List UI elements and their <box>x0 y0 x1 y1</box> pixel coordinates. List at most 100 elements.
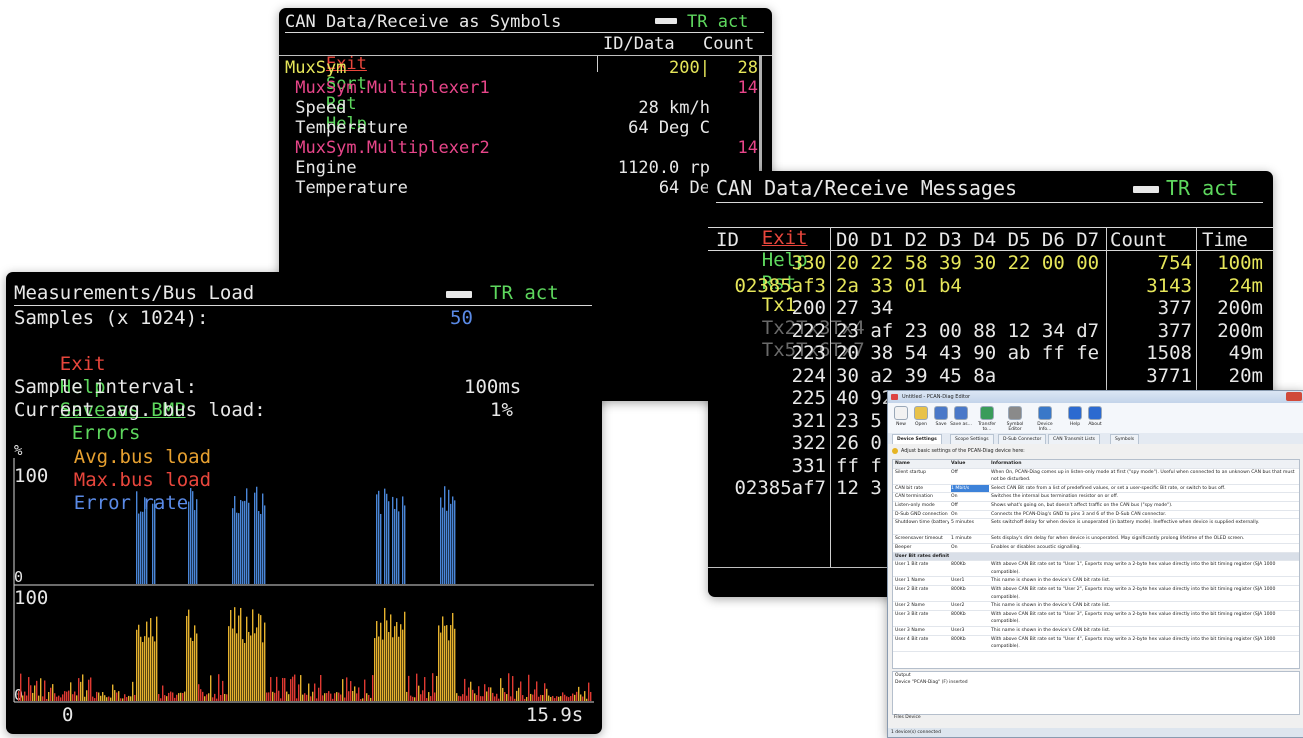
message-data: 12 3 <box>836 477 882 499</box>
messages-title: CAN Data/Receive Messages <box>716 176 1018 200</box>
grid-cell: Enables or disables acoustic signalling. <box>991 545 1081 550</box>
bus-load-bar <box>508 673 510 701</box>
menu-exit[interactable]: Exit <box>762 227 808 249</box>
error-rate-bar <box>396 498 398 584</box>
grid-cell[interactable]: 800Kb <box>951 611 989 619</box>
bus-load-bar <box>440 632 442 701</box>
toolbar-button[interactable]: Help <box>1064 406 1086 427</box>
bus-load-bar <box>72 694 74 701</box>
grid-row[interactable]: Silent startup Off When On, PCAN-Diag come… <box>893 469 1299 485</box>
toolbar-button[interactable]: Transfer to... <box>976 406 998 432</box>
grid-row[interactable]: Screensaver timeout 1 minute Sets display'… <box>893 535 1299 544</box>
grid-row[interactable]: CAN bit rate 1 Mbit/s Select CAN Bit rate … <box>893 484 1299 494</box>
toolbar-button[interactable]: Save as... <box>950 406 972 427</box>
grid-row[interactable]: User 1 Bit rate 800Kb With above CAN Bit r… <box>893 561 1299 578</box>
grid-row[interactable]: User Bit rates definition <box>893 552 1299 562</box>
grid-cell[interactable]: On <box>951 493 989 501</box>
messages-header-rule <box>708 250 1273 251</box>
editor-tab[interactable]: D-Sub Connector <box>998 434 1047 444</box>
editor-tab[interactable]: Device Settings <box>892 434 942 444</box>
bus-load-bar <box>348 691 350 701</box>
toolbar-button[interactable]: New <box>890 406 912 427</box>
bus-load-bar <box>496 693 498 701</box>
grid-row[interactable]: User 1 Name User1 This name is shown in th… <box>893 577 1299 586</box>
grid-cell[interactable]: User3 <box>951 627 989 635</box>
toolbar-button[interactable]: Save <box>930 406 952 427</box>
grid-row[interactable]: User 2 Name User2 This name is shown in th… <box>893 602 1299 611</box>
editor-title: Untitled - PCAN-Diag Editor <box>902 394 971 400</box>
grid-cell[interactable]: 1 minute <box>951 535 989 543</box>
bus-load-bar <box>456 693 458 701</box>
grid-row[interactable]: User 3 Bit rate 800Kb With above CAN Bit r… <box>893 611 1299 627</box>
symbols-title: CAN Data/Receive as Symbols <box>285 12 562 32</box>
bus-load-bar <box>510 696 512 701</box>
editor-titlebar[interactable]: Untitled - PCAN-Diag Editor <box>888 391 1303 403</box>
grid-cell: When On, PCAN-Diag comes up in listen-on… <box>991 469 1295 483</box>
grid-cell: User 2 Name <box>895 603 925 609</box>
grid-row[interactable]: Listen-only mode Off Shows what's going on… <box>893 502 1299 511</box>
grid-row[interactable]: User 4 Bit rate 800Kb With above CAN Bit r… <box>893 636 1299 652</box>
bus-load-bar <box>386 620 388 701</box>
grid-row[interactable]: Shutdown time (battery) 5 minutes Sets swi… <box>893 519 1299 536</box>
grid-cell[interactable]: On <box>951 511 989 519</box>
bus-load-bar <box>504 692 506 701</box>
message-data: 23 5 <box>836 409 882 432</box>
error-rate-bar <box>192 491 194 584</box>
toolbar-button[interactable]: Device Info... <box>1034 406 1056 432</box>
bus-load-bar <box>30 685 32 701</box>
bus-load-bar <box>306 694 308 701</box>
bus-load-bar <box>520 681 522 701</box>
bus-load-bar <box>390 614 392 701</box>
grid-cell[interactable]: User1 <box>951 577 989 585</box>
bus-load-bar <box>64 691 66 701</box>
grid-cell: User 4 Bit rate <box>895 636 929 642</box>
editor-tab[interactable]: Scope Settings <box>950 434 994 444</box>
message-id: 330 <box>791 252 826 274</box>
symbol-name: MuxSym.Multiplexer2 <box>285 138 490 158</box>
bus-load-bar <box>464 678 466 701</box>
messages-title-rule <box>716 202 1263 203</box>
editor-tab[interactable]: CAN Transmit Lists <box>1048 434 1100 444</box>
grid-cell: Select CAN Bit rate from a list of prede… <box>991 485 1226 491</box>
bus-load-bar <box>516 690 518 701</box>
editor-tab[interactable]: Symbols <box>1110 434 1140 444</box>
toolbar-button[interactable]: Symbol Editor <box>1004 406 1026 432</box>
bus-load-bar <box>586 698 588 701</box>
grid-cell[interactable]: 5 minutes <box>951 519 989 527</box>
bus-load-bar <box>324 693 326 701</box>
grid-cell[interactable]: Off <box>951 469 989 477</box>
close-window-button[interactable] <box>1286 392 1302 401</box>
toolbar-label: Symbol Editor <box>1006 422 1024 432</box>
error-rate-bar <box>376 494 378 584</box>
grid-cell[interactable]: 800Kb <box>951 636 989 644</box>
toolbar-icon <box>934 406 948 420</box>
message-id: 200 <box>791 297 826 319</box>
grid-cell[interactable]: 1 Mbit/s <box>951 484 989 493</box>
toolbar-button[interactable]: About <box>1084 406 1106 427</box>
bus-load-bar <box>144 636 146 701</box>
toolbar-button[interactable]: Open <box>910 406 932 427</box>
grid-row[interactable]: User 3 Name User3 This name is shown in th… <box>893 627 1299 636</box>
bus-load-bar <box>448 640 450 701</box>
grid-cell[interactable]: 800Kb <box>951 561 989 569</box>
bus-load-bar <box>362 698 364 701</box>
toolbar-label: Save <box>935 422 947 427</box>
error-rate-bar <box>394 508 396 584</box>
bus-load-bar <box>318 687 320 701</box>
grid-cell[interactable]: Off <box>951 502 989 510</box>
bus-load-bar <box>368 694 370 701</box>
grid-row[interactable]: D-Sub GND connection On Connects the PCAN-… <box>893 511 1299 520</box>
grid-cell[interactable]: 800Kb <box>951 586 989 594</box>
grid-row[interactable]: User 2 Bit rate 800Kb With above CAN Bit r… <box>893 586 1299 603</box>
bus-load-bar <box>134 694 136 701</box>
grid-cell[interactable]: On <box>951 544 989 552</box>
symbol-name: Speed <box>285 98 347 118</box>
bus-load-bar <box>432 673 434 701</box>
grid-row[interactable]: CAN termination On Switches the internal b… <box>893 493 1299 502</box>
grid-cell[interactable]: User2 <box>951 602 989 610</box>
bus-load-bar <box>228 626 230 701</box>
bus-load-bar <box>60 697 62 701</box>
footer-tabs[interactable]: Files Device <box>894 715 921 720</box>
grid-row[interactable]: Beeper On Enables or disables acoustic sig… <box>893 544 1299 553</box>
error-rate-bar <box>444 486 446 584</box>
